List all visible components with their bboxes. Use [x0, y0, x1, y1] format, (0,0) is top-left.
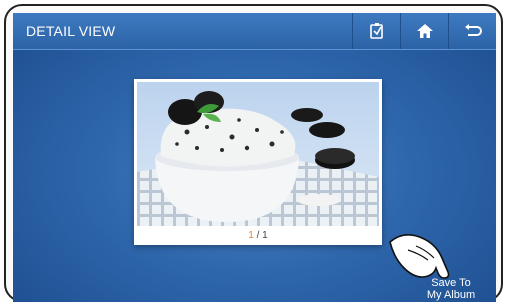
- save-to-album-button[interactable]: Save To My Album: [418, 277, 484, 301]
- album-edit-icon: [370, 23, 383, 39]
- home-button[interactable]: [400, 13, 449, 49]
- save-label-line2: My Album: [426, 289, 476, 301]
- back-button[interactable]: [448, 13, 496, 49]
- page-counter: 1 / 1: [134, 230, 382, 241]
- counter-separator: /: [253, 230, 263, 241]
- photo-card[interactable]: 1 / 1: [134, 79, 382, 245]
- screen: DETAIL VIEW 1 / 1 Save To My Album: [13, 13, 496, 302]
- back-icon: [465, 24, 482, 36]
- header-bar: DETAIL VIEW: [13, 13, 496, 50]
- photo-image[interactable]: [137, 82, 379, 226]
- home-icon: [417, 24, 433, 38]
- album-edit-button[interactable]: [352, 13, 401, 49]
- save-label-line1: Save To: [431, 277, 471, 289]
- total-count: 1: [262, 230, 268, 241]
- page-title: DETAIL VIEW: [26, 23, 116, 39]
